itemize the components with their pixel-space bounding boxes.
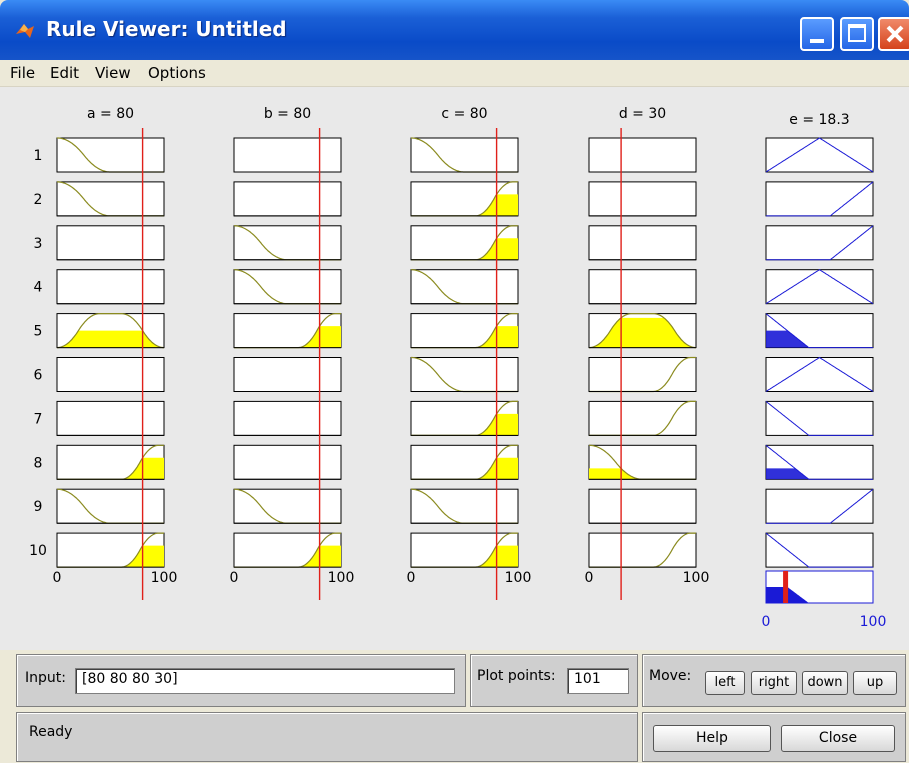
output-header: e = 18.3 — [789, 112, 849, 128]
rule-input-box — [588, 269, 697, 305]
rule-number: 8 — [34, 455, 43, 471]
matlab-logo-icon — [16, 24, 34, 38]
output-range-min: 0 — [762, 614, 771, 630]
rule-number: 2 — [34, 192, 43, 208]
move-down-button[interactable]: down — [802, 671, 848, 695]
close-icon — [886, 25, 904, 43]
rule-input-box — [410, 488, 519, 524]
rule-number: 6 — [34, 368, 43, 384]
range-min-label: 0 — [230, 570, 239, 586]
rule-number: 9 — [34, 499, 43, 515]
range-max-label: 100 — [683, 570, 710, 586]
rule-input-box — [56, 137, 165, 173]
menu-file[interactable]: File — [10, 64, 35, 82]
input-header: b = 80 — [264, 106, 311, 122]
rule-output-box — [765, 181, 874, 217]
close-button[interactable]: Close — [781, 725, 895, 752]
dialog-buttons-panel: Help Close — [642, 712, 906, 762]
rule-input-box — [410, 269, 519, 305]
input-label: Input: — [25, 670, 66, 686]
rule-input-box — [588, 137, 697, 173]
move-label: Move: — [649, 668, 692, 684]
rule-input-box — [588, 181, 697, 217]
input-header: d = 30 — [619, 106, 666, 122]
rule-input-box — [233, 400, 342, 436]
rule-input-box — [233, 137, 342, 173]
rule-input-box — [233, 357, 342, 392]
window-title: Rule Viewer: Untitled — [46, 17, 287, 41]
rule-number: 10 — [29, 543, 47, 559]
rule-output-box — [765, 225, 874, 261]
close-window-button[interactable] — [878, 17, 909, 51]
range-max-label: 100 — [505, 570, 532, 586]
range-max-label: 100 — [328, 570, 355, 586]
move-up-button[interactable]: up — [853, 671, 897, 695]
maximize-icon — [848, 24, 866, 42]
plot-points-field[interactable]: 101 — [567, 668, 629, 694]
rule-output-box — [765, 532, 874, 568]
rule-output-box — [765, 400, 874, 436]
range-min-label: 0 — [407, 570, 416, 586]
rule-input-box — [588, 225, 697, 261]
rule-input-box — [233, 269, 342, 305]
title-bar[interactable]: Rule Viewer: Untitled — [0, 0, 909, 60]
menu-edit[interactable]: Edit — [50, 64, 79, 82]
rule-output-box — [765, 488, 874, 524]
help-button[interactable]: Help — [653, 725, 771, 752]
rule-input-box — [233, 225, 342, 261]
rule-input-box — [56, 181, 165, 217]
rule-input-box — [410, 357, 519, 392]
range-min-label: 0 — [585, 570, 594, 586]
menu-options[interactable]: Options — [148, 64, 206, 82]
rule-number: 4 — [34, 280, 43, 296]
range-max-label: 100 — [151, 570, 178, 586]
rule-input-box — [233, 181, 342, 217]
plot-points-panel: Plot points: 101 — [470, 654, 638, 707]
status-panel: Ready — [16, 712, 638, 762]
plot-points-label: Plot points: — [477, 668, 556, 684]
rule-output-box — [765, 357, 874, 392]
input-panel: Input: [80 80 80 30] — [16, 654, 466, 707]
rule-viewer-window: Rule Viewer: Untitled File Edit View Opt… — [0, 0, 909, 763]
rule-number: 1 — [34, 148, 43, 164]
minimize-button[interactable] — [800, 17, 834, 51]
rule-input-box — [56, 225, 165, 261]
input-field[interactable]: [80 80 80 30] — [75, 668, 455, 694]
move-left-button[interactable]: left — [705, 671, 745, 695]
move-right-button[interactable]: right — [751, 671, 797, 695]
minimize-icon — [810, 39, 824, 43]
status-text: Ready — [29, 724, 73, 740]
menu-bar: File Edit View Options — [0, 60, 909, 87]
rule-input-box — [233, 444, 342, 480]
rule-plots[interactable]: 1 2 3 4 5 6 7 8 9 10 a = 80 0 100 b = 80 0 100 c = 80 0 10… — [0, 87, 909, 650]
output-range-max: 100 — [860, 614, 887, 630]
input-header: a = 80 — [87, 106, 134, 122]
rule-input-box — [56, 400, 165, 436]
rule-input-box — [56, 488, 165, 524]
move-panel: Move: left right down up — [642, 654, 906, 707]
rule-output-box — [765, 137, 874, 173]
rule-input-box — [410, 137, 519, 173]
rule-input-box — [56, 269, 165, 305]
rule-number: 3 — [34, 236, 43, 252]
input-header: c = 80 — [441, 106, 487, 122]
rule-number: 7 — [34, 411, 43, 427]
rule-input-box — [233, 488, 342, 524]
maximize-button[interactable] — [840, 17, 874, 51]
plot-canvas: 1 2 3 4 5 6 7 8 9 10 a = 80 0 100 b = 80 0 100 c = 80 0 10… — [0, 87, 909, 650]
rule-input-box — [588, 488, 697, 524]
rule-input-box — [56, 357, 165, 392]
range-min-label: 0 — [53, 570, 62, 586]
rule-number: 5 — [34, 324, 43, 340]
rule-output-box — [765, 269, 874, 305]
menu-view[interactable]: View — [95, 64, 131, 82]
